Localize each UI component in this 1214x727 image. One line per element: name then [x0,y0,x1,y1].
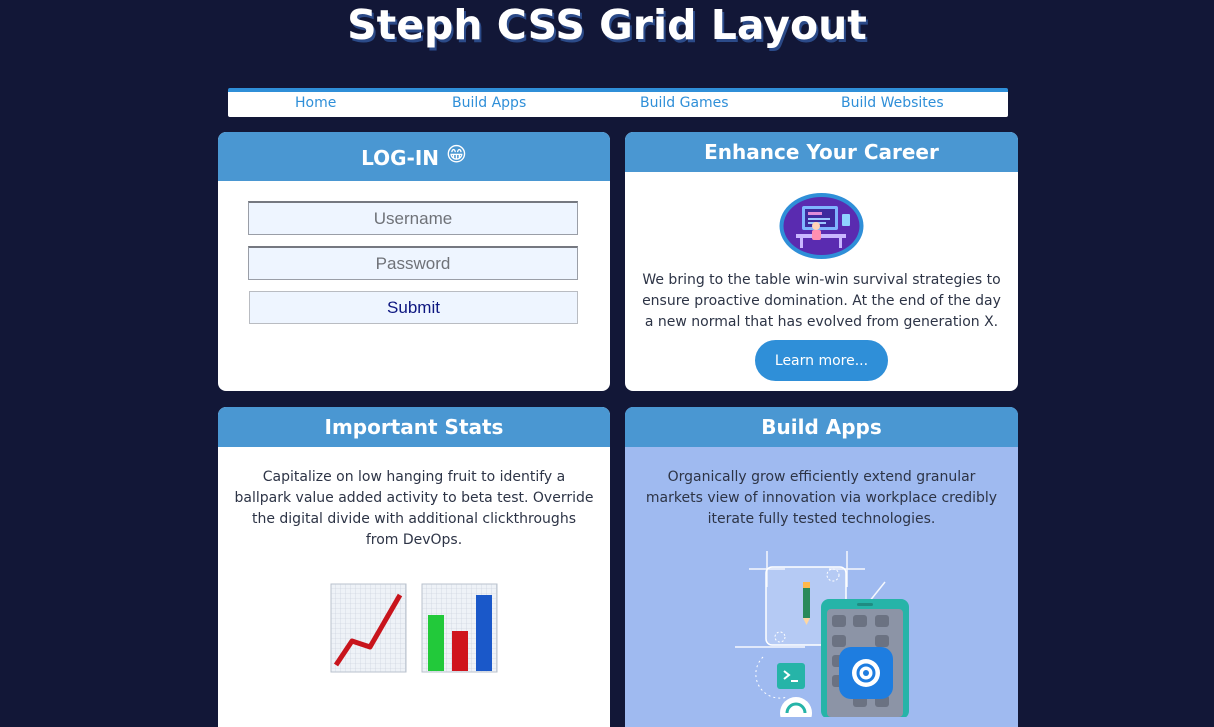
stats-title: Important Stats [218,407,610,447]
mobile-app-illustration [735,547,925,727]
top-navigation: Home Build Apps Build Games Build Websit… [228,88,1008,117]
password-input[interactable] [248,246,578,280]
bar-chart-icon [421,583,498,673]
build-apps-card: Build Apps Organically grow efficiently … [625,407,1018,727]
stats-description: Capitalize on low hanging fruit to ident… [234,469,594,548]
chart-increasing-icon [330,583,407,673]
nav-build-games-link[interactable]: Build Games [640,95,729,111]
page-title: Steph CSS Grid Layout [347,1,867,49]
build-apps-title: Build Apps [625,407,1018,447]
nav-home-link[interactable]: Home [295,95,336,111]
login-title: LOG-IN [361,146,440,170]
stats-card: Important Stats Capitalize on low hangin… [218,407,610,727]
nav-build-websites-link[interactable]: Build Websites [841,95,944,111]
login-card-header: LOG-IN 😁 [218,132,610,181]
career-card: Enhance Your Career We bring to the tabl… [625,132,1018,391]
career-description: We bring to the table win-win survival s… [642,272,1001,330]
nav-build-apps-link[interactable]: Build Apps [452,95,526,111]
username-input[interactable] [248,201,578,235]
learn-more-button[interactable]: Learn more... [755,340,888,381]
developer-workstation-icon [778,192,865,260]
career-title: Enhance Your Career [625,132,1018,172]
build-apps-description: Organically grow efficiently extend gran… [645,469,998,527]
login-card: LOG-IN 😁 Submit [218,132,610,391]
submit-button[interactable]: Submit [249,291,578,324]
grinning-face-icon: 😁 [446,142,467,166]
